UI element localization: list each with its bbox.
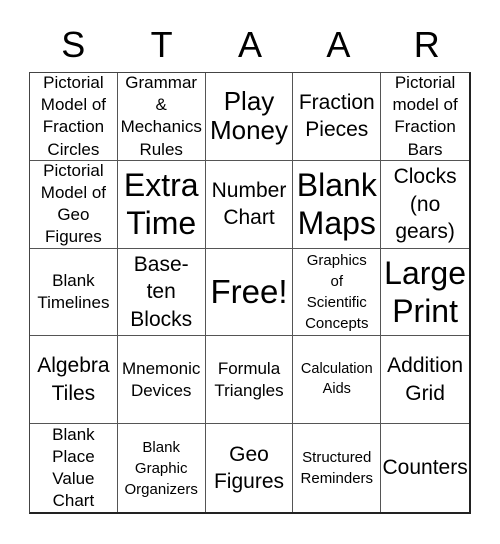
bingo-cell[interactable]: Formula Triangles	[205, 336, 294, 425]
bingo-cell[interactable]: Blank Place Value Chart	[30, 424, 118, 512]
bingo-cell[interactable]: Play Money	[205, 73, 294, 161]
free-space-cell[interactable]: Free!	[205, 248, 294, 337]
bingo-cell[interactable]: Blank Maps	[293, 160, 382, 249]
bingo-cell[interactable]: Mnemonic Devices	[117, 336, 206, 425]
bingo-board: Pictorial Model of Fraction Circles Gram…	[29, 72, 471, 514]
bingo-cell[interactable]: Pictorial Model of Fraction Circles	[30, 73, 118, 161]
bingo-cell[interactable]: Geo Figures	[206, 424, 294, 512]
bingo-cell[interactable]: Grammar & Mechanics Rules	[117, 73, 206, 161]
bingo-cell[interactable]: Blank Graphic Organizers	[118, 424, 206, 512]
bingo-cell[interactable]: Large Print	[381, 249, 469, 337]
header-letter-r: R	[413, 24, 440, 65]
bingo-cell[interactable]: Pictorial model of Fraction Bars	[381, 73, 469, 161]
bingo-cell[interactable]: Extra Time	[117, 160, 206, 249]
bingo-cell[interactable]: Graphics of Scientific Concepts	[293, 248, 382, 337]
bingo-cell[interactable]: Addition Grid	[381, 336, 469, 425]
bingo-cell[interactable]: Pictorial Model of Geo Figures	[30, 160, 118, 249]
header-letter-a-2: A	[326, 24, 351, 65]
bingo-cell[interactable]: Algebra Tiles	[30, 336, 118, 425]
bingo-cell[interactable]: Base- ten Blocks	[117, 248, 206, 337]
bingo-cell[interactable]: Number Chart	[205, 160, 294, 249]
header-letter-s: S	[61, 24, 86, 65]
header-letter-a: A	[237, 24, 262, 65]
bingo-header: S T A A R	[29, 18, 471, 72]
header-letter-t: T	[150, 24, 173, 65]
bingo-cell[interactable]: Clocks (no gears)	[381, 161, 469, 249]
bingo-cell[interactable]: Fraction Pieces	[293, 73, 382, 161]
bingo-cell[interactable]: Structured Reminders	[293, 424, 382, 512]
bingo-cell[interactable]: Blank Timelines	[30, 248, 118, 337]
bingo-cell[interactable]: Counters	[381, 424, 469, 512]
bingo-cell[interactable]: Calculation Aids	[293, 336, 382, 425]
